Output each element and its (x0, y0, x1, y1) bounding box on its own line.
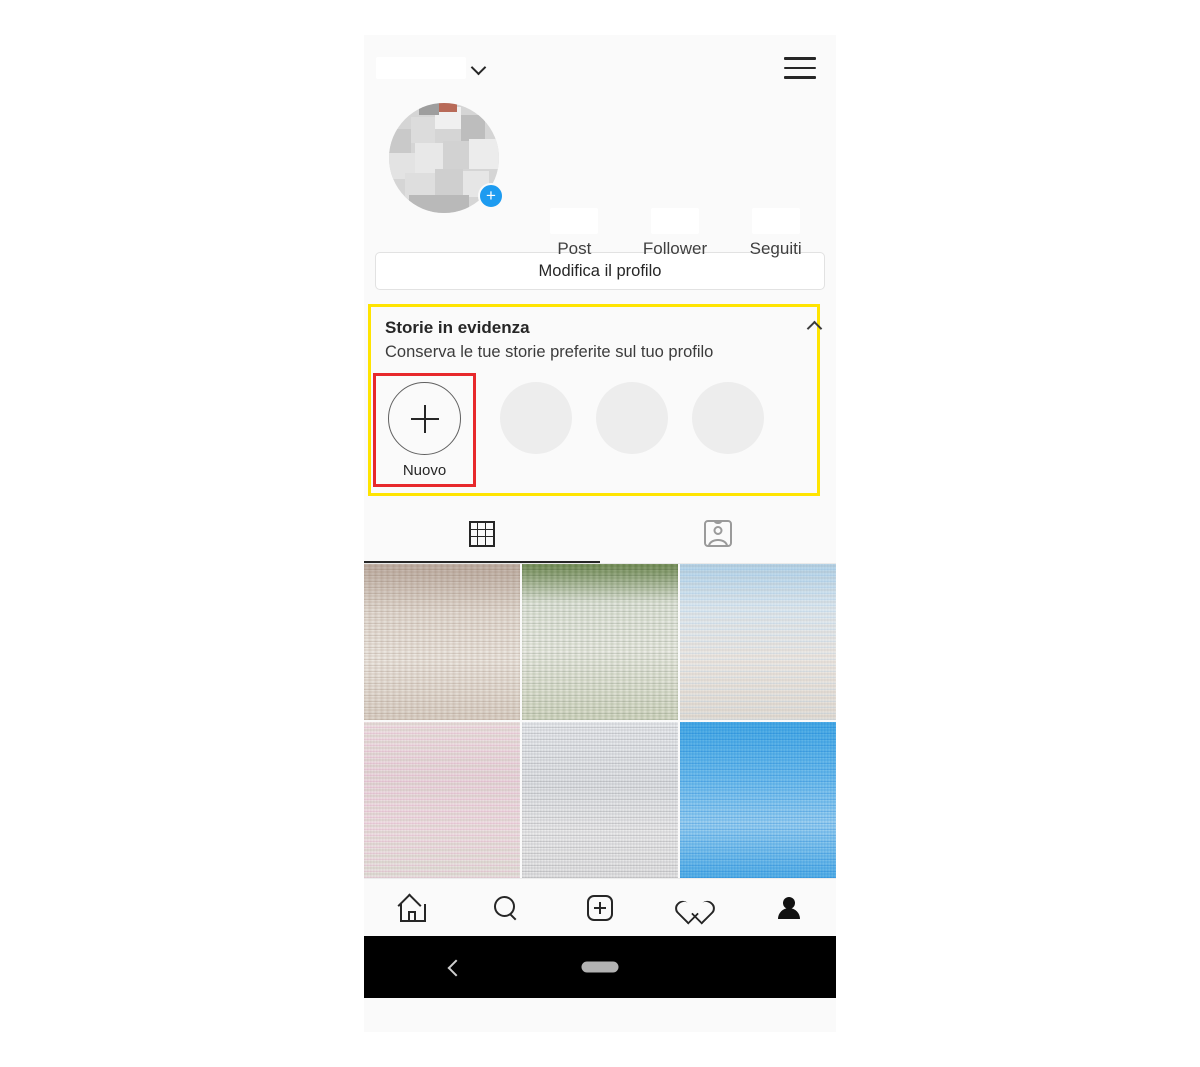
app-top-bar (364, 35, 836, 103)
tab-tagged[interactable] (600, 504, 836, 563)
tagged-head (713, 526, 723, 535)
add-story-plus-icon[interactable]: + (478, 183, 504, 209)
avatar-pixel (435, 169, 463, 197)
stat-following[interactable]: Seguiti (731, 208, 821, 259)
highlight-placeholder[interactable] (500, 382, 572, 454)
avatar-pixel (411, 117, 435, 143)
stat-followers[interactable]: Follower (630, 208, 720, 259)
hamburger-line (784, 57, 816, 60)
avatar-pixel (461, 115, 485, 141)
avatar-pixel (443, 141, 469, 169)
avatar-pixel (469, 139, 499, 169)
nav-profile-button[interactable] (761, 887, 817, 929)
grid-cell (485, 530, 493, 538)
plus-icon (410, 404, 439, 433)
android-system-nav (364, 936, 836, 998)
grid-cell (478, 522, 486, 530)
avatar-pixel (439, 103, 457, 112)
post-thumbnail[interactable] (522, 564, 678, 720)
post-image (364, 722, 520, 878)
chevron-down-icon[interactable] (472, 61, 486, 75)
highlight-placeholder[interactable] (692, 382, 764, 454)
post-image (680, 564, 836, 720)
highlights-row: Nuovo (371, 363, 817, 487)
phone-screen: + Post Follower Seguiti Modifica il prof… (364, 35, 836, 1032)
grid-cell (471, 537, 479, 545)
grid-cell (478, 529, 486, 538)
add-post-icon (586, 894, 613, 921)
profile-header: + Post Follower Seguiti (364, 103, 836, 335)
nav-home-button[interactable] (383, 887, 439, 929)
home-door (407, 910, 416, 920)
bottom-navigation-bar (364, 878, 836, 936)
new-highlight-button[interactable] (388, 382, 461, 455)
stat-followers-label: Follower (642, 239, 708, 258)
tagged-notch (713, 522, 723, 524)
home-icon (398, 895, 427, 922)
highlight-placeholder[interactable] (596, 382, 668, 454)
hamburger-menu-icon[interactable] (784, 55, 816, 81)
heart-icon (681, 895, 708, 921)
grid-cell (471, 522, 479, 530)
new-highlight-label: Nuovo (402, 462, 447, 479)
tagged-body (708, 539, 728, 545)
highlights-section-wrapper: Storie in evidenza Conserva le tue stori… (368, 304, 820, 496)
nav-activity-button[interactable] (666, 887, 722, 929)
post-image (522, 722, 678, 878)
screenshot-root: + Post Follower Seguiti Modifica il prof… (0, 0, 1200, 1067)
stat-following-value (751, 208, 800, 234)
post-image (364, 564, 520, 720)
avatar-pixel (419, 103, 439, 115)
post-thumbnail[interactable] (680, 564, 836, 720)
stat-post-label: Post (557, 239, 592, 258)
highlights-title: Storie in evidenza (385, 318, 530, 337)
tagged-person-icon (704, 520, 732, 547)
focus-annotation-box: Nuovo (373, 373, 476, 487)
nav-create-button[interactable] (572, 887, 628, 929)
avatar-pixel (389, 129, 411, 153)
grid-icon (469, 520, 495, 547)
grid-cell (478, 537, 486, 545)
grid-cell (471, 529, 479, 538)
nav-search-button[interactable] (478, 887, 534, 929)
search-icon (493, 895, 519, 921)
username-redacted[interactable] (376, 57, 466, 79)
post-thumbnail[interactable] (364, 564, 520, 720)
post-thumbnail[interactable] (680, 722, 836, 878)
profile-tabs (364, 504, 836, 564)
post-image (680, 722, 836, 878)
avatar-container[interactable]: + (379, 103, 507, 213)
stat-post[interactable]: Post (529, 208, 619, 259)
post-thumbnail[interactable] (522, 722, 678, 878)
profile-stats: Post Follower Seguiti (524, 208, 826, 259)
home-pill-icon[interactable] (581, 961, 619, 973)
profile-person-icon (776, 895, 802, 921)
stat-post-value (550, 208, 599, 234)
hamburger-line (784, 76, 816, 79)
post-image (522, 564, 678, 720)
highlight-annotation-box: Storie in evidenza Conserva le tue stori… (368, 304, 820, 496)
grid-cell (485, 523, 493, 530)
avatar-pixel (409, 195, 469, 213)
highlights-subtitle: Conserva le tue storie preferite sul tuo… (385, 343, 714, 361)
account-switcher[interactable] (376, 57, 486, 79)
stat-following-label: Seguiti (749, 239, 802, 258)
post-thumbnail[interactable] (364, 722, 520, 878)
tab-grid[interactable] (364, 504, 600, 563)
grid-cell (486, 537, 493, 544)
hamburger-line (784, 66, 816, 70)
back-chevron-icon[interactable] (447, 960, 461, 974)
post-grid (364, 564, 836, 878)
active-tab-underline (364, 561, 600, 563)
stat-followers-value (650, 208, 699, 234)
